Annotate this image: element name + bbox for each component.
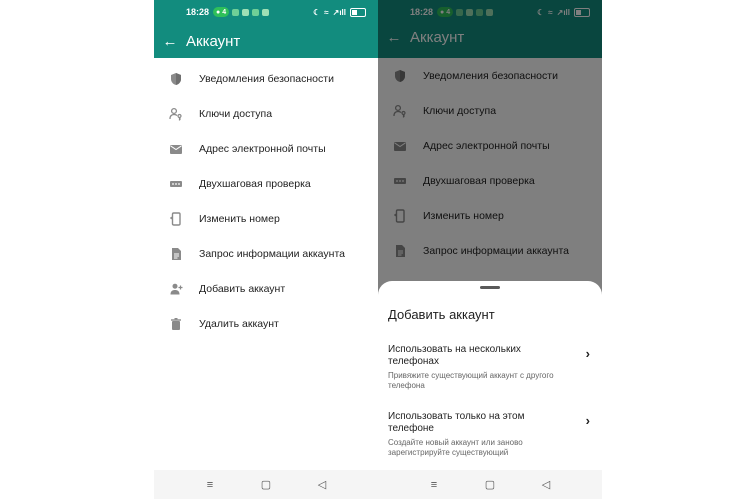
app-notification-icon [232, 8, 240, 16]
sheet-drag-handle[interactable] [480, 286, 500, 289]
menu-item-security-notifications[interactable]: Уведомления безопасности [154, 61, 378, 96]
app-notification-icon [242, 8, 250, 16]
document-icon [392, 243, 408, 259]
document-icon [168, 246, 184, 262]
email-icon [168, 141, 184, 157]
home-button[interactable]: ▢ [260, 478, 272, 491]
menu-item-email[interactable]: Адрес электронной почты [154, 131, 378, 166]
notification-count: 4 [222, 8, 227, 16]
app-notification-icon [456, 8, 464, 16]
menu-item-label: Уведомления безопасности [423, 69, 558, 82]
system-nav-bar: ≡ ▢ ◁ [378, 470, 602, 499]
menu-item-label: Адрес электронной почты [199, 142, 326, 155]
menu-item-label: Ключи доступа [423, 104, 497, 117]
chevron-right-icon: › [585, 346, 590, 361]
app-notification-icon [466, 8, 474, 16]
menu-item-label: Удалить аккаунт [199, 317, 279, 330]
chevron-right-icon: › [585, 413, 590, 428]
trash-icon [168, 316, 184, 332]
signal-icon: ↗ıll [332, 7, 346, 17]
option-subtitle: Привяжите существующий аккаунт с другого… [388, 371, 554, 390]
menu-item-label: Запрос информации аккаунта [423, 244, 569, 257]
password-dots-icon [168, 176, 184, 192]
person-key-icon [392, 103, 408, 119]
menu-item-label: Изменить номер [423, 209, 504, 222]
menu-item-label: Ключи доступа [199, 107, 273, 120]
option-title: Использовать только на этом телефоне [388, 411, 525, 434]
menu-item-label: Запрос информации аккаунта [199, 247, 345, 260]
home-button[interactable]: ▢ [484, 478, 496, 491]
moon-icon: ☾ [313, 7, 321, 17]
page-title: Аккаунт [410, 28, 465, 46]
app-bar: ← Аккаунт [378, 20, 602, 54]
menu-item-label: Добавить аккаунт [199, 282, 286, 295]
shield-icon [392, 68, 408, 84]
menu-item-email: Адрес электронной почты [378, 128, 602, 163]
add-person-icon [168, 281, 184, 297]
wifi-icon: ≈ [324, 7, 329, 17]
add-account-bottom-sheet: Добавить аккаунт Использовать на несколь… [378, 281, 602, 499]
option-multiple-phones[interactable]: Использовать на нескольких телефонах При… [388, 344, 590, 391]
notification-pill: ● 4 [437, 7, 454, 17]
app-notification-icon [486, 8, 494, 16]
battery-icon [350, 7, 366, 17]
app-bar: ← Аккаунт [154, 24, 378, 58]
menu-item-security-notifications: Уведомления безопасности [378, 58, 602, 93]
menu-item-delete-account[interactable]: Удалить аккаунт [154, 306, 378, 341]
menu-item-passkeys: Ключи доступа [378, 93, 602, 128]
sheet-title: Добавить аккаунт [388, 307, 495, 322]
menu-item-request-info: Запрос информации аккаунта [378, 233, 602, 268]
menu-item-request-info[interactable]: Запрос информации аккаунта [154, 236, 378, 271]
wifi-icon: ≈ [548, 7, 553, 17]
back-button[interactable]: ◁ [540, 478, 552, 491]
menu-item-label: Уведомления безопасности [199, 72, 334, 85]
app-notification-icon [262, 8, 270, 16]
account-menu: Уведомления безопасности Ключи доступа А… [378, 58, 602, 268]
menu-item-two-step: Двухшаговая проверка [378, 163, 602, 198]
back-button[interactable]: ◁ [316, 478, 328, 491]
menu-item-label: Изменить номер [199, 212, 280, 225]
moon-icon: ☾ [537, 7, 545, 17]
option-this-phone-only[interactable]: Использовать только на этом телефоне Соз… [388, 411, 590, 458]
app-notification-icon [476, 8, 484, 16]
account-screen: 18:28 ● 4 ☾ ≈ ↗ıll ← Аккаунт Уведомления… [154, 0, 378, 499]
page-title: Аккаунт [186, 32, 241, 50]
menu-item-label: Двухшаговая проверка [423, 174, 535, 187]
menu-item-label: Двухшаговая проверка [199, 177, 311, 190]
password-dots-icon [392, 173, 408, 189]
menu-item-two-step[interactable]: Двухшаговая проверка [154, 166, 378, 201]
menu-item-add-account[interactable]: Добавить аккаунт [154, 271, 378, 306]
person-key-icon [168, 106, 184, 122]
recent-apps-button[interactable]: ≡ [428, 479, 440, 491]
option-subtitle: Создайте новый аккаунт или заново зареги… [388, 438, 523, 457]
recent-apps-button[interactable]: ≡ [204, 479, 216, 491]
menu-item-change-number: Изменить номер [378, 198, 602, 233]
status-time: 18:28 [186, 7, 210, 17]
account-screen-with-sheet: 18:28 ● 4 ☾ ≈ ↗ıll ← Аккаунт Уведомления… [378, 0, 602, 499]
system-nav-bar: ≡ ▢ ◁ [154, 470, 378, 499]
arrow-left-icon: ← [386, 28, 402, 46]
phone-change-icon [168, 211, 184, 227]
shield-icon [168, 71, 184, 87]
status-time: 18:28 [410, 7, 434, 17]
option-title: Использовать на нескольких телефонах [388, 344, 521, 367]
battery-icon [574, 7, 590, 17]
phone-change-icon [392, 208, 408, 224]
account-menu: Уведомления безопасности Ключи доступа А… [154, 61, 378, 341]
menu-item-passkeys[interactable]: Ключи доступа [154, 96, 378, 131]
notification-pill: ● 4 [213, 7, 230, 17]
menu-item-label: Адрес электронной почты [423, 139, 550, 152]
app-notification-icon [252, 8, 260, 16]
arrow-left-icon[interactable]: ← [162, 33, 178, 49]
status-bar: 18:28 ● 4 ☾ ≈ ↗ıll [154, 0, 378, 24]
menu-item-change-number[interactable]: Изменить номер [154, 201, 378, 236]
notification-count: 4 [446, 8, 451, 16]
signal-icon: ↗ıll [556, 7, 570, 17]
email-icon [392, 138, 408, 154]
